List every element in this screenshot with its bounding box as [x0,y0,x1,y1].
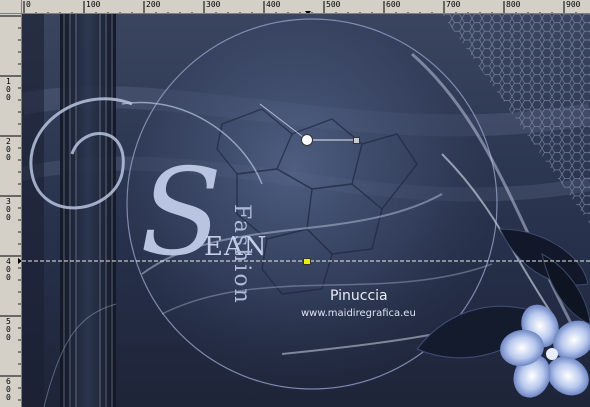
ruler-label: 0 [26,0,31,9]
artwork-graphics [22,14,590,407]
ruler-label: 800 [506,0,521,9]
ruler-label: 500 [6,317,11,342]
ruler-label: 400 [266,0,281,9]
author-signature: Pinuccia [330,288,388,304]
ruler-label: 200 [6,137,11,162]
subtitle-text: Fashion [229,204,254,305]
ruler-label: 700 [446,0,461,9]
website-watermark: www.maidiregrafica.eu [301,308,416,319]
ruler-label: 400 [6,257,11,282]
ruler-label: 200 [146,0,161,9]
rotation-handle-icon[interactable] [301,134,313,146]
ruler-label: 600 [6,377,11,402]
ruler-corner [0,0,22,14]
ruler-vertical[interactable]: 100 200 300 400 500 600 [0,14,22,407]
image-canvas[interactable]: S EAN Fashion Pinuccia www.maidiregrafic… [22,14,590,407]
ruler-label: 500 [326,0,341,9]
ruler-horizontal[interactable]: 0 100 200 300 400 500 600 700 800 900 [22,0,590,14]
ruler-horizontal-ticks [23,1,577,13]
center-handle-icon[interactable] [303,258,311,265]
ruler-label: 100 [86,0,101,9]
move-handle-icon[interactable] [353,137,360,144]
ruler-label: 300 [206,0,221,9]
stripe-column [60,14,116,407]
ruler-label: 300 [6,197,11,222]
ruler-label: 100 [6,77,11,102]
ruler-label: 600 [386,0,401,9]
ruler-label: 900 [566,0,581,9]
